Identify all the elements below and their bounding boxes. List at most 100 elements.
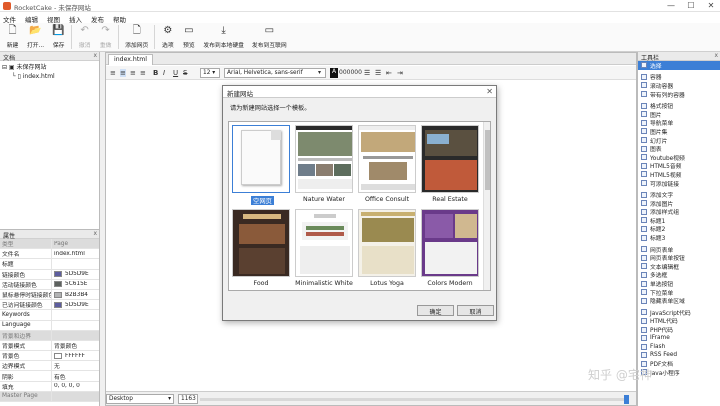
menu-view[interactable]: 视图 [47, 14, 60, 24]
tree-root[interactable]: ⊟ ▣ 未保存网站 [2, 63, 99, 72]
property-value[interactable]: 5C615E [52, 281, 99, 288]
toolbar-new-file-button[interactable]: 🗋 新建 [2, 23, 23, 51]
toolbox-item[interactable]: 格式按钮 [638, 101, 720, 110]
property-value[interactable]: 0, 0, 0, 0 [52, 383, 99, 389]
property-value[interactable]: 有色 [52, 372, 99, 381]
toolbox-item[interactable]: 标题3 [638, 233, 720, 242]
template-item[interactable]: Colors Modern [421, 209, 482, 287]
property-row[interactable]: 背景和边界 [0, 330, 99, 341]
cancel-button[interactable]: 取消 [457, 305, 494, 316]
tree-page[interactable]: └ ▯ index.html [2, 72, 99, 81]
bullet-list-icon[interactable]: ☰ [364, 69, 370, 77]
property-row[interactable]: 已访问链接颜色 5D5D9E [0, 300, 99, 311]
toolbox-item[interactable]: 网页表单按钮 [638, 253, 720, 262]
template-thumbnail[interactable] [232, 125, 290, 193]
toolbox-item[interactable]: Flash [638, 342, 720, 351]
menu-edit[interactable]: 编辑 [25, 14, 38, 24]
toolbox-item[interactable]: 文本编辑框 [638, 262, 720, 271]
toolbar-gear-button[interactable]: ⚙ 选项 [157, 23, 178, 51]
maximize-button[interactable]: ☐ [684, 1, 698, 10]
color-swatch[interactable] [54, 301, 62, 308]
minimize-button[interactable]: — [664, 1, 678, 10]
toolbox-item[interactable]: 图片集 [638, 127, 720, 136]
property-row[interactable]: 背景色 FFFFFF [0, 351, 99, 362]
template-item[interactable]: Office Consult [358, 125, 419, 203]
template-thumbnail[interactable] [232, 209, 290, 277]
toolbar-save-button[interactable]: 💾 保存 [48, 23, 69, 51]
toolbox-item[interactable]: 滚动容器 [638, 81, 720, 90]
dialog-close-button[interactable]: ✕ [486, 87, 493, 96]
toolbox-item[interactable]: 单选按钮 [638, 279, 720, 288]
toolbox-item[interactable]: 标题2 [638, 225, 720, 233]
toolbar-publish-web-button[interactable]: ▭ 发布到互联网 [248, 23, 291, 51]
toolbox-item[interactable]: 网页表单 [638, 245, 720, 253]
width-slider[interactable] [200, 398, 626, 401]
property-row[interactable]: 标题 [0, 259, 99, 270]
toolbox-item[interactable]: 标题1 [638, 216, 720, 225]
bold-button[interactable]: B [153, 69, 158, 77]
close-icon[interactable]: x [714, 52, 718, 59]
tab-index-html[interactable]: index.html [108, 54, 153, 65]
scrollbar-thumb[interactable] [485, 130, 490, 190]
align-center-button[interactable]: ≡ [120, 69, 126, 77]
toolbox-item[interactable]: 添加文字 [638, 190, 720, 199]
underline-button[interactable]: U [173, 69, 178, 77]
toolbox-item[interactable]: 容器 [638, 73, 720, 81]
chevron-down-icon[interactable]: ▾ [318, 69, 321, 76]
justify-button[interactable]: ≡ [140, 69, 146, 77]
width-field[interactable]: 1163 [178, 394, 198, 404]
italic-button[interactable]: I [163, 69, 165, 77]
toolbox-item[interactable]: 图片 [638, 110, 720, 119]
toolbar-publish-disk-button[interactable]: ⤓ 发布到本地硬盘 [199, 23, 248, 51]
template-thumbnail[interactable] [358, 125, 416, 193]
close-window-button[interactable]: ✕ [704, 1, 718, 10]
toolbox-item[interactable]: 下拉菜单 [638, 288, 720, 296]
color-swatch[interactable] [54, 352, 62, 359]
property-row[interactable]: 活动链接颜色 5C615E [0, 279, 99, 290]
align-right-button[interactable]: ≡ [130, 69, 136, 77]
toolbox-item[interactable]: JavaScript代码 [638, 308, 720, 317]
outdent-icon[interactable]: ⇤ [386, 69, 392, 77]
property-value[interactable]: 5D5D9E [52, 271, 99, 278]
property-row[interactable]: Keywords [0, 310, 99, 321]
menu-file[interactable]: 文件 [3, 14, 16, 24]
property-value[interactable]: 5D5D9E [52, 301, 99, 308]
template-thumbnail[interactable] [421, 209, 479, 277]
toolbar-redo-button[interactable]: ↷ 重做 [95, 23, 116, 51]
menu-publish[interactable]: 发布 [91, 14, 104, 24]
toolbar-preview-button[interactable]: ▭ 预览 [178, 23, 199, 51]
width-slider-handle[interactable] [624, 395, 629, 404]
property-row[interactable]: 链接颜色 5D5D9E [0, 269, 99, 280]
toolbox-item[interactable]: Youtube视频 [638, 153, 720, 162]
template-item[interactable]: Food [232, 209, 293, 287]
property-value[interactable]: 无 [52, 361, 99, 370]
template-item[interactable]: 空网页 [232, 125, 293, 205]
text-color-button[interactable]: A [330, 68, 338, 78]
view-mode-select[interactable]: Desktop ▾ [106, 394, 174, 404]
property-row[interactable]: 阴影 有色 [0, 371, 99, 382]
property-row[interactable]: Master Page [0, 391, 99, 402]
toolbar-open-folder-button[interactable]: 📂 打开... [23, 23, 48, 51]
template-thumbnail[interactable] [295, 209, 353, 277]
toolbox-item[interactable]: IFrame [638, 334, 720, 343]
property-row[interactable]: 背景模式 背景颜色 [0, 340, 99, 352]
property-value[interactable]: 背景颜色 [52, 341, 99, 350]
property-row[interactable]: 类型 Page [0, 239, 99, 250]
color-swatch[interactable] [54, 291, 62, 298]
ok-button[interactable]: 确定 [417, 305, 454, 316]
toolbox-item[interactable]: 选择 [638, 61, 720, 70]
property-value[interactable]: index.html [52, 251, 99, 257]
number-list-icon[interactable]: ☰ [375, 69, 381, 77]
property-value[interactable]: B2B3B4 [52, 291, 99, 298]
indent-icon[interactable]: ⇥ [397, 69, 403, 77]
color-swatch[interactable] [54, 281, 62, 288]
template-thumbnail[interactable] [358, 209, 416, 277]
toolbox-item[interactable]: 图表 [638, 144, 720, 153]
template-item[interactable]: Minimalistic White [295, 209, 356, 287]
template-item[interactable]: Real Estate [421, 125, 482, 203]
menu-help[interactable]: 帮助 [113, 14, 126, 24]
strike-button[interactable]: S [183, 69, 187, 77]
property-row[interactable]: 填充 0, 0, 0, 0 [0, 381, 99, 392]
gallery-scrollbar[interactable] [483, 122, 490, 290]
toolbox-item[interactable]: RSS Feed [638, 351, 720, 360]
